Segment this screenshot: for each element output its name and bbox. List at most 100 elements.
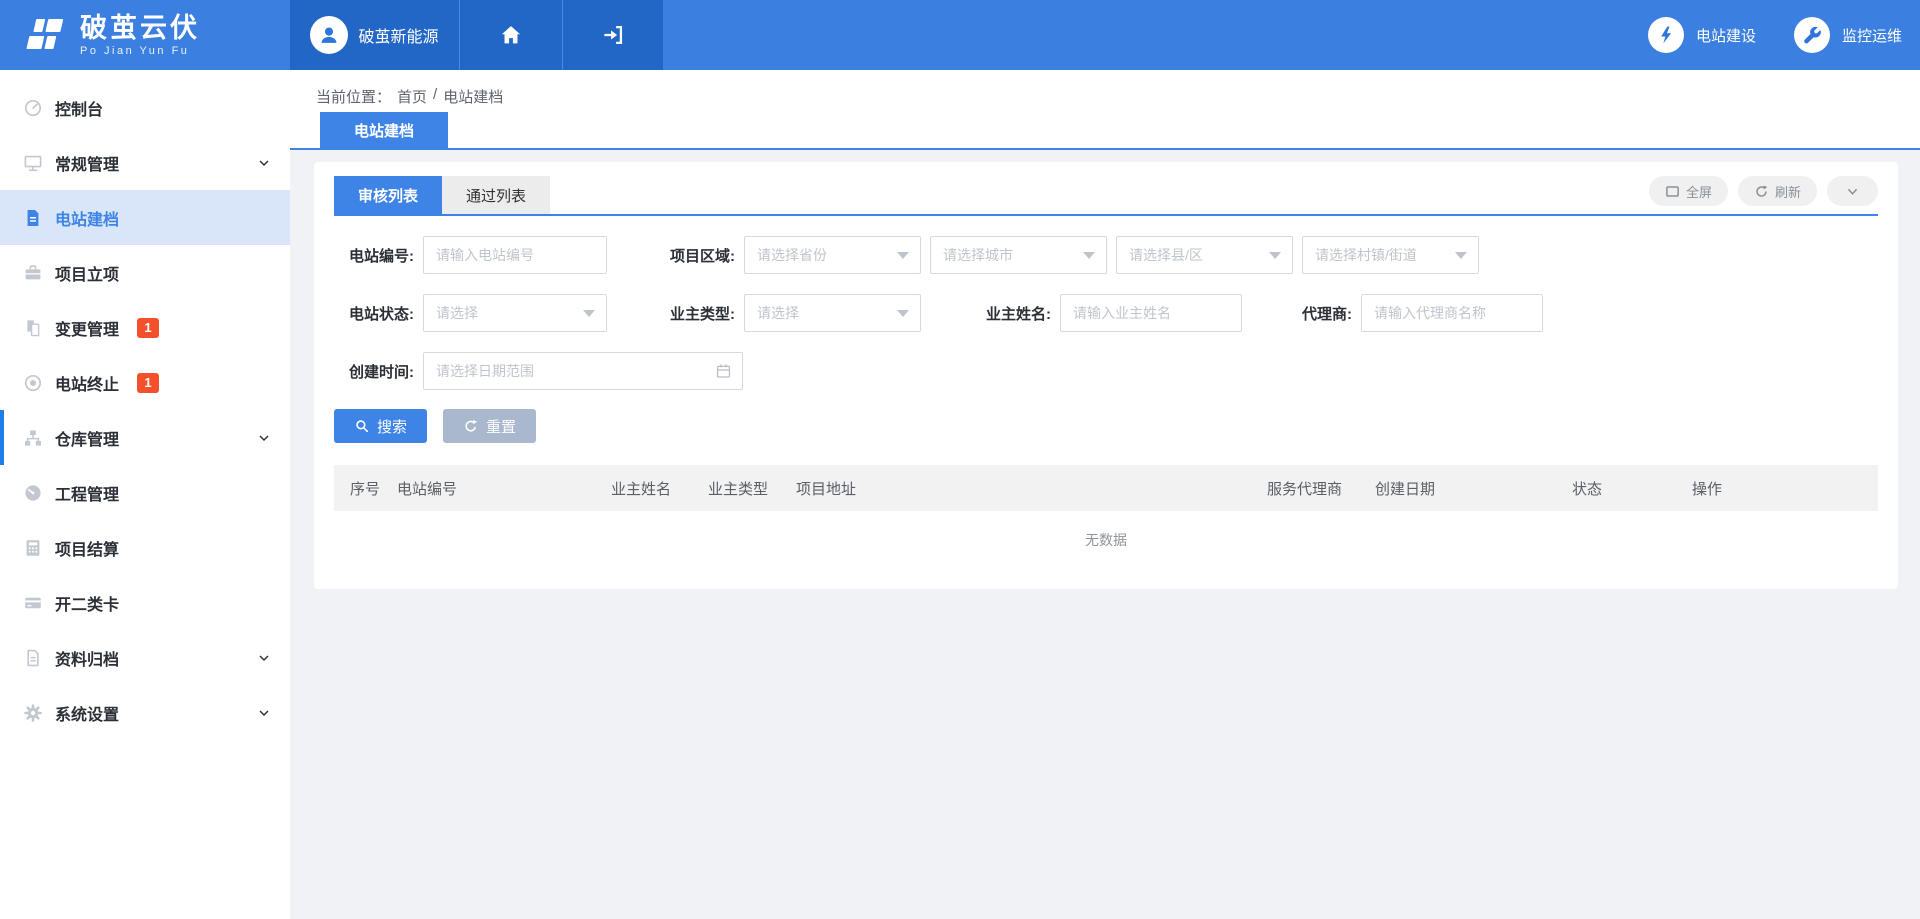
sidebar-item-general-mgmt[interactable]: 常规管理 [0, 135, 290, 190]
owner-type-placeholder: 请选择 [757, 303, 799, 323]
town-select[interactable]: 请选择村镇/街道 [1302, 236, 1479, 274]
pages-icon [23, 318, 43, 338]
sidebar-item-project-settlement[interactable]: 项目结算 [0, 520, 290, 575]
sidebar-item-label: 系统设置 [55, 701, 119, 725]
filter-actions: 搜索 重置 [334, 409, 1878, 443]
sidebar-item-warehouse-mgmt[interactable]: 仓库管理 [0, 410, 290, 465]
sidebar-item-label: 变更管理 [55, 316, 119, 340]
breadcrumb: 当前位置： 首页 / 电站建档 [316, 86, 503, 107]
reset-button[interactable]: 重置 [443, 409, 536, 443]
province-select-placeholder: 请选择省份 [757, 245, 827, 265]
date-range-input[interactable] [424, 353, 742, 389]
briefcase-icon [23, 263, 43, 283]
col-station-no: 电站编号 [381, 478, 595, 499]
caret-down-icon [1269, 252, 1281, 259]
col-owner-name: 业主姓名 [595, 478, 692, 499]
chevron-down-icon [256, 650, 272, 666]
sidebar-item-label: 控制台 [55, 96, 103, 120]
header-nav: 电站建设 监控运维 [663, 0, 1920, 70]
sidebar-item-station-terminate[interactable]: 电站终止 1 [0, 355, 290, 410]
company-name: 破茧新能源 [358, 23, 438, 47]
header-user-section: 破茧新能源 [290, 0, 663, 70]
sidebar-item-project-initiation[interactable]: 项目立项 [0, 245, 290, 300]
station-status-select[interactable]: 请选择 [423, 294, 607, 332]
sidebar-item-open-card[interactable]: 开二类卡 [0, 575, 290, 630]
sitemap-icon [23, 428, 43, 448]
sidebar-item-station-archive[interactable]: 电站建档 [0, 190, 290, 245]
breadcrumb-prefix: 当前位置： [316, 86, 391, 107]
breadcrumb-separator: / [433, 86, 437, 107]
filter-row-1: 电站编号: 项目区域: 请选择省份 请选择城市 请选择县/区 [334, 236, 1878, 274]
card-icon [23, 593, 43, 613]
dashboard-icon [23, 98, 43, 118]
brand-logo-icon [20, 16, 66, 54]
nav-station-build-label: 电站建设 [1696, 25, 1756, 46]
target-icon [23, 373, 43, 393]
agent-input[interactable] [1362, 295, 1542, 331]
content-card: 审核列表 通过列表 全屏 刷新 [314, 162, 1898, 589]
calculator-icon [23, 538, 43, 558]
station-status-label: 电站状态: [334, 303, 414, 324]
sidebar-item-label: 开二类卡 [55, 591, 119, 615]
results-table: 序号 电站编号 业主姓名 业主类型 项目地址 服务代理商 创建日期 状态 操作 … [334, 465, 1878, 569]
refresh-button[interactable]: 刷新 [1738, 176, 1817, 206]
card-tabbar: 审核列表 通过列表 全屏 刷新 [334, 162, 1878, 216]
caret-down-icon [1455, 252, 1467, 259]
sidebar-item-data-archive[interactable]: 资料归档 [0, 630, 290, 685]
fullscreen-label: 全屏 [1686, 182, 1712, 201]
col-actions: 操作 [1676, 478, 1836, 499]
user-menu[interactable]: 破茧新能源 [290, 0, 459, 70]
search-button-label: 搜索 [377, 416, 407, 437]
calendar-icon [715, 363, 732, 380]
owner-name-input[interactable] [1061, 295, 1241, 331]
caret-down-icon [897, 310, 909, 317]
sidebar-item-change-mgmt[interactable]: 变更管理 1 [0, 300, 290, 355]
tab-review-list[interactable]: 审核列表 [334, 176, 442, 214]
filter-row-3: 创建时间: [334, 352, 1878, 390]
collapse-button[interactable] [1827, 176, 1878, 206]
user-icon [317, 23, 341, 47]
nav-monitor-ops[interactable]: 监控运维 [1794, 17, 1902, 53]
owner-name-label: 业主姓名: [971, 303, 1051, 324]
table-empty-state: 无数据 [334, 511, 1878, 569]
brand-logo: 破茧云伏 Po Jian Yun Fu [0, 0, 290, 70]
nav-station-build[interactable]: 电站建设 [1648, 17, 1756, 53]
brand-subtitle: Po Jian Yun Fu [80, 45, 200, 57]
owner-type-select[interactable]: 请选择 [744, 294, 921, 332]
breadcrumb-zone: 当前位置： 首页 / 电站建档 电站建档 [290, 70, 1920, 150]
station-terminate-badge: 1 [137, 373, 159, 393]
breadcrumb-home[interactable]: 首页 [397, 86, 427, 107]
caret-down-icon [583, 310, 595, 317]
search-button[interactable]: 搜索 [334, 409, 427, 443]
sidebar-item-system-settings[interactable]: 系统设置 [0, 685, 290, 740]
county-select-placeholder: 请选择县/区 [1129, 245, 1203, 265]
filter-form: 电站编号: 项目区域: 请选择省份 请选择城市 请选择县/区 [334, 216, 1878, 390]
refresh-label: 刷新 [1775, 182, 1801, 201]
logout-button[interactable] [562, 0, 662, 70]
chevron-down-icon [1845, 184, 1860, 199]
breadcrumb-current: 电站建档 [443, 86, 503, 107]
home-button[interactable] [459, 0, 562, 70]
station-no-input[interactable] [424, 237, 606, 273]
home-icon [499, 23, 523, 47]
county-select[interactable]: 请选择县/区 [1116, 236, 1293, 274]
tab-passed-list[interactable]: 通过列表 [442, 176, 550, 214]
change-mgmt-badge: 1 [137, 318, 159, 338]
sidebar-item-console[interactable]: 控制台 [0, 80, 290, 135]
city-select[interactable]: 请选择城市 [930, 236, 1107, 274]
fullscreen-button[interactable]: 全屏 [1649, 176, 1728, 206]
page-tab-station-archive[interactable]: 电站建档 [320, 112, 448, 148]
chevron-down-icon [256, 155, 272, 171]
main-content: 当前位置： 首页 / 电站建档 电站建档 审核列表 通过列表 全屏 [290, 70, 1920, 919]
agent-label: 代理商: [1292, 303, 1352, 324]
sidebar-item-label: 项目结算 [55, 536, 119, 560]
monitor-icon [23, 153, 43, 173]
avatar [310, 16, 348, 54]
owner-type-label: 业主类型: [655, 303, 735, 324]
reset-button-label: 重置 [486, 416, 516, 437]
sidebar-item-label: 工程管理 [55, 481, 119, 505]
archive-icon [23, 648, 43, 668]
refresh-icon [1754, 184, 1769, 199]
sidebar-item-engineering-mgmt[interactable]: 工程管理 [0, 465, 290, 520]
province-select[interactable]: 请选择省份 [744, 236, 921, 274]
